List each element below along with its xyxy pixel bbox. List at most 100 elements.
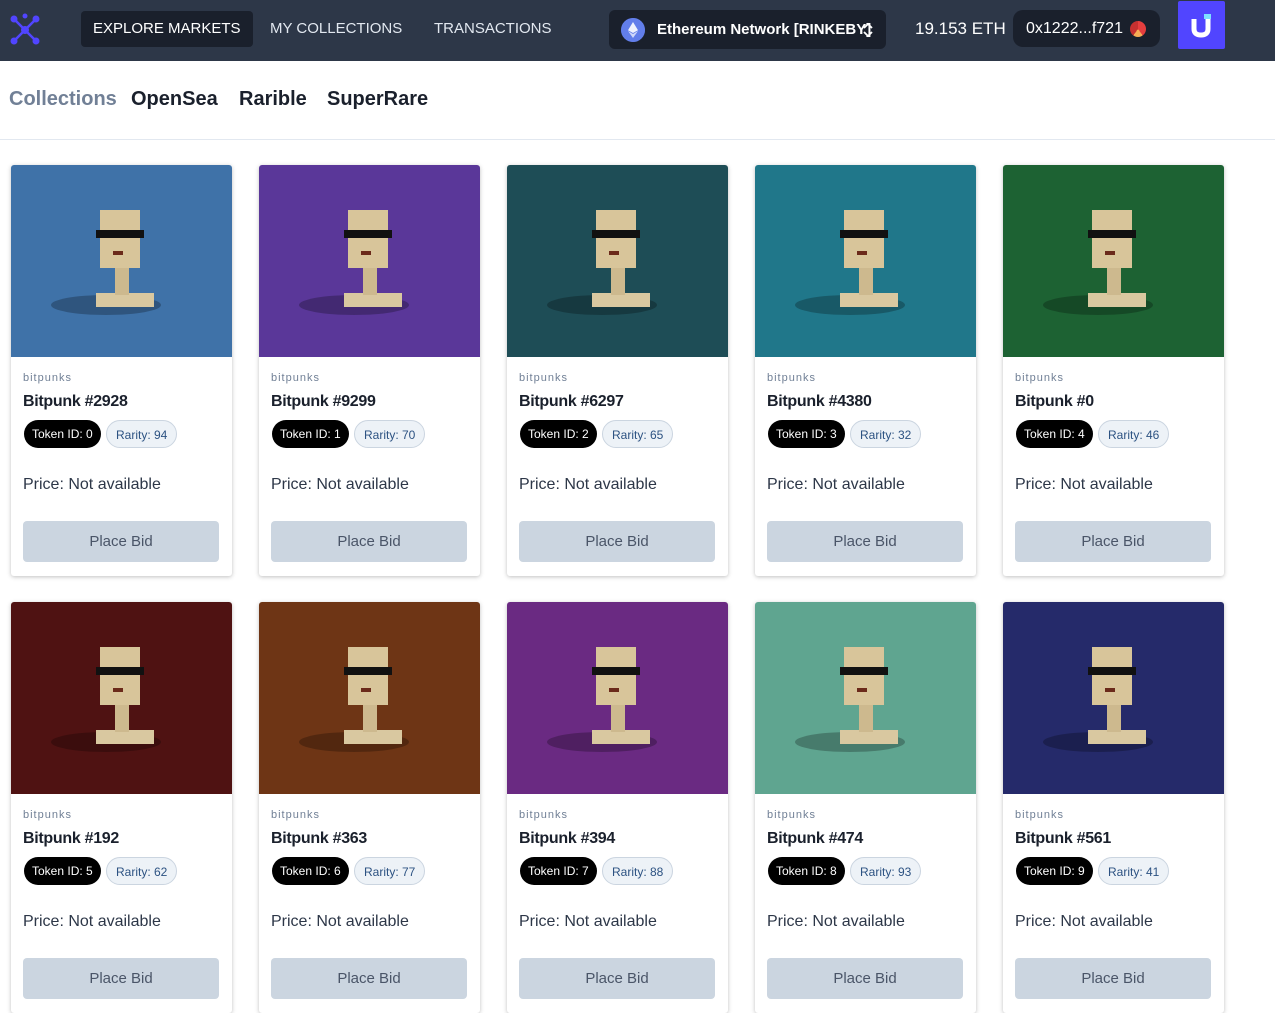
bitpunk-figure-icon xyxy=(755,165,976,357)
wallet-avatar-icon xyxy=(1130,21,1146,37)
nft-image[interactable] xyxy=(1003,165,1224,357)
collection-name: bitpunks xyxy=(23,372,72,384)
place-bid-button[interactable]: Place Bid xyxy=(519,958,715,999)
nft-image[interactable] xyxy=(507,602,728,794)
nft-card[interactable]: bitpunks Bitpunk #363 Token ID: 6 Rarity… xyxy=(259,602,480,1013)
rarity-badge: Rarity: 46 xyxy=(1098,420,1170,448)
collection-name: bitpunks xyxy=(23,809,72,821)
nft-image[interactable] xyxy=(259,165,480,357)
nft-name: Bitpunk #394 xyxy=(519,830,615,847)
token-id-badge: Token ID: 4 xyxy=(1016,420,1093,448)
rarity-badge: Rarity: 41 xyxy=(1098,857,1170,885)
collection-name: bitpunks xyxy=(271,809,320,821)
price-text: Price: Not available xyxy=(271,913,409,930)
nft-card[interactable]: bitpunks Bitpunk #4380 Token ID: 3 Rarit… xyxy=(755,165,976,576)
token-id-badge: Token ID: 2 xyxy=(520,420,597,448)
place-bid-button[interactable]: Place Bid xyxy=(23,521,219,562)
eth-balance: 19.153 ETH xyxy=(915,19,1006,38)
nav-my-collections[interactable]: MY COLLECTIONS xyxy=(258,11,414,47)
network-selector[interactable]: Ethereum Network [RINKEBY] xyxy=(609,10,886,49)
place-bid-button[interactable]: Place Bid xyxy=(519,521,715,562)
place-bid-button[interactable]: Place Bid xyxy=(767,521,963,562)
rarity-badge: Rarity: 32 xyxy=(850,420,922,448)
nft-card[interactable]: bitpunks Bitpunk #474 Token ID: 8 Rarity… xyxy=(755,602,976,1013)
price-text: Price: Not available xyxy=(23,476,161,493)
network-label: Ethereum Network [RINKEBY] xyxy=(657,21,872,38)
rarity-badge: Rarity: 77 xyxy=(354,857,426,885)
app-logo-icon[interactable] xyxy=(8,13,42,47)
token-id-badge: Token ID: 6 xyxy=(272,857,349,885)
collection-name: bitpunks xyxy=(271,372,320,384)
token-id-badge: Token ID: 1 xyxy=(272,420,349,448)
rarity-badge: Rarity: 94 xyxy=(106,420,178,448)
nft-name: Bitpunk #363 xyxy=(271,830,367,847)
price-text: Price: Not available xyxy=(271,476,409,493)
token-id-badge: Token ID: 7 xyxy=(520,857,597,885)
ethereum-icon xyxy=(621,18,645,42)
nft-card[interactable]: bitpunks Bitpunk #561 Token ID: 9 Rarity… xyxy=(1003,602,1224,1013)
place-bid-button[interactable]: Place Bid xyxy=(767,958,963,999)
bitpunk-figure-icon xyxy=(507,602,728,794)
nft-name: Bitpunk #2928 xyxy=(23,393,128,410)
price-text: Price: Not available xyxy=(1015,913,1153,930)
nft-name: Bitpunk #474 xyxy=(767,830,863,847)
rarity-badge: Rarity: 88 xyxy=(602,857,674,885)
rarity-badge: Rarity: 65 xyxy=(602,420,674,448)
nft-name: Bitpunk #192 xyxy=(23,830,119,847)
nav-transactions[interactable]: TRANSACTIONS xyxy=(422,11,564,47)
bitpunk-figure-icon xyxy=(1003,602,1224,794)
token-id-badge: Token ID: 9 xyxy=(1016,857,1093,885)
bitpunk-figure-icon xyxy=(11,602,232,794)
token-id-badge: Token ID: 0 xyxy=(24,420,101,448)
nav-explore-markets[interactable]: EXPLORE MARKETS xyxy=(81,11,253,47)
rarity-badge: Rarity: 70 xyxy=(354,420,426,448)
token-id-badge: Token ID: 5 xyxy=(24,857,101,885)
bitpunk-figure-icon xyxy=(11,165,232,357)
brand-app-button[interactable] xyxy=(1178,1,1225,49)
bitpunk-figure-icon xyxy=(1003,165,1224,357)
wallet-address: 0x1222...f721 xyxy=(1026,20,1123,37)
tab-rarible[interactable]: Rarible xyxy=(239,88,307,111)
rarity-badge: Rarity: 62 xyxy=(106,857,178,885)
price-text: Price: Not available xyxy=(767,913,905,930)
bitpunk-figure-icon xyxy=(259,602,480,794)
price-text: Price: Not available xyxy=(1015,476,1153,493)
nft-image[interactable] xyxy=(755,602,976,794)
nft-image[interactable] xyxy=(259,602,480,794)
brand-logo-icon xyxy=(1191,14,1211,38)
nft-image[interactable] xyxy=(507,165,728,357)
nft-image[interactable] xyxy=(11,602,232,794)
nft-image[interactable] xyxy=(755,165,976,357)
collection-name: bitpunks xyxy=(767,809,816,821)
token-id-badge: Token ID: 8 xyxy=(768,857,845,885)
collection-name: bitpunks xyxy=(519,809,568,821)
tab-collections[interactable]: Collections xyxy=(9,88,117,111)
nft-image[interactable] xyxy=(11,165,232,357)
nft-card[interactable]: bitpunks Bitpunk #394 Token ID: 7 Rarity… xyxy=(507,602,728,1013)
nft-card[interactable]: bitpunks Bitpunk #2928 Token ID: 0 Rarit… xyxy=(11,165,232,576)
nft-name: Bitpunk #4380 xyxy=(767,393,872,410)
collection-name: bitpunks xyxy=(519,372,568,384)
price-text: Price: Not available xyxy=(23,913,161,930)
place-bid-button[interactable]: Place Bid xyxy=(1015,958,1211,999)
tab-opensea[interactable]: OpenSea xyxy=(131,88,218,111)
tab-superrare[interactable]: SuperRare xyxy=(327,88,428,111)
collection-name: bitpunks xyxy=(1015,372,1064,384)
place-bid-button[interactable]: Place Bid xyxy=(271,521,467,562)
nft-card[interactable]: bitpunks Bitpunk #192 Token ID: 5 Rarity… xyxy=(11,602,232,1013)
place-bid-button[interactable]: Place Bid xyxy=(23,958,219,999)
nft-card[interactable]: bitpunks Bitpunk #9299 Token ID: 1 Rarit… xyxy=(259,165,480,576)
wallet-address-button[interactable]: 0x1222...f721 xyxy=(1013,10,1160,47)
price-text: Price: Not available xyxy=(767,476,905,493)
bitpunk-figure-icon xyxy=(755,602,976,794)
bitpunk-figure-icon xyxy=(507,165,728,357)
nft-card[interactable]: bitpunks Bitpunk #0 Token ID: 4 Rarity: … xyxy=(1003,165,1224,576)
price-text: Price: Not available xyxy=(519,913,657,930)
place-bid-button[interactable]: Place Bid xyxy=(271,958,467,999)
nft-image[interactable] xyxy=(1003,602,1224,794)
nft-name: Bitpunk #561 xyxy=(1015,830,1111,847)
top-nav: EXPLORE MARKETS MY COLLECTIONS TRANSACTI… xyxy=(0,0,1275,61)
nft-card[interactable]: bitpunks Bitpunk #6297 Token ID: 2 Rarit… xyxy=(507,165,728,576)
nft-name: Bitpunk #0 xyxy=(1015,393,1094,410)
place-bid-button[interactable]: Place Bid xyxy=(1015,521,1211,562)
